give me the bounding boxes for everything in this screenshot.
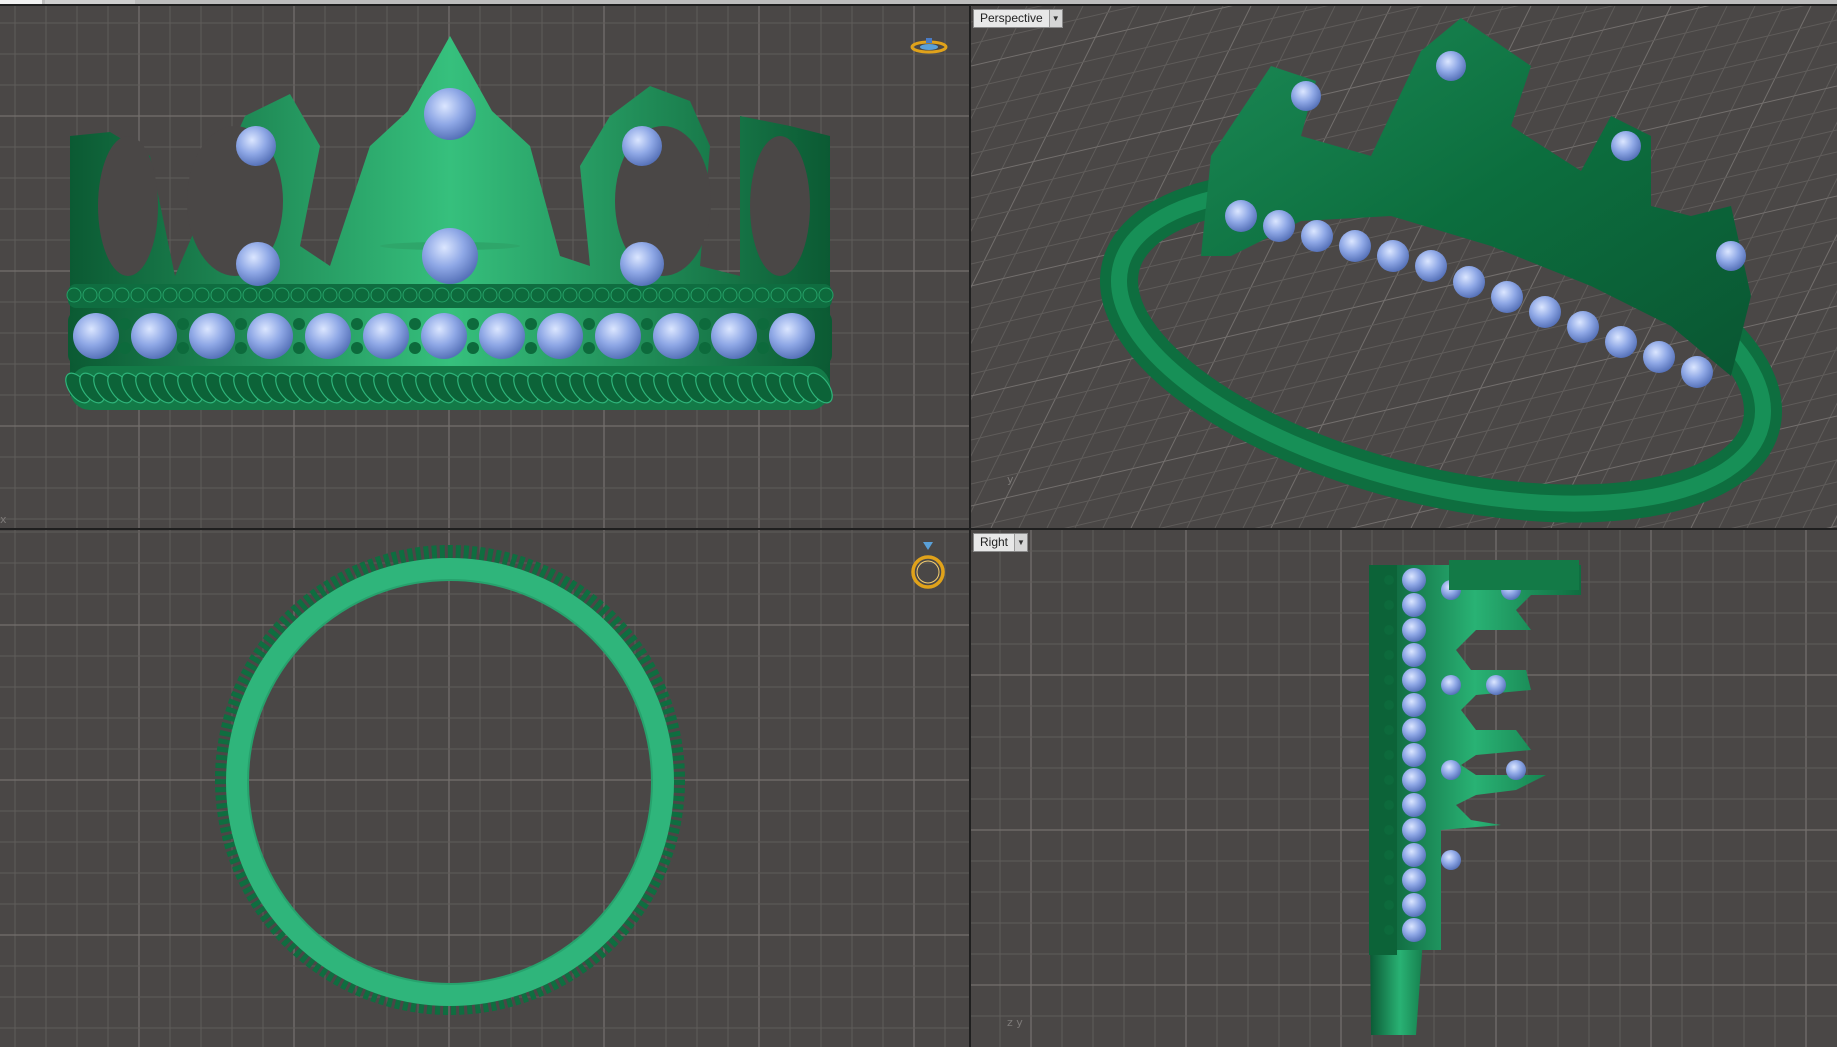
crown-perspective-model[interactable]	[971, 6, 1837, 528]
viewport-right[interactable]: Right ▼ z y	[971, 530, 1837, 1047]
crown-right-model[interactable]	[971, 530, 1837, 1047]
axis-icon: z y	[1007, 1016, 1023, 1029]
axis-icon: x	[0, 513, 7, 526]
ring-top-model[interactable]	[0, 530, 969, 1047]
viewport-label-text[interactable]: Perspective	[974, 10, 1049, 27]
viewport-perspective[interactable]: Perspective ▼ y	[971, 6, 1837, 528]
dropdown-arrow-icon[interactable]: ▼	[1014, 534, 1028, 551]
ring-front-gumball-icon[interactable]	[909, 36, 949, 61]
toolbar-tab[interactable]	[45, 0, 135, 4]
rhino-workspace: x Perspective ▼ y Right ▼ z y	[0, 0, 1837, 1047]
top-toolbar-strip	[0, 0, 1837, 4]
dropdown-arrow-icon[interactable]: ▼	[1048, 10, 1062, 27]
viewport-front[interactable]: x	[0, 6, 969, 528]
crown-front-model[interactable]	[0, 6, 969, 528]
axis-icon: y	[1007, 473, 1014, 486]
ring-top-gumball-icon[interactable]	[908, 540, 948, 597]
viewport-label-text[interactable]: Right	[974, 534, 1014, 551]
viewport-label-right[interactable]: Right ▼	[973, 533, 1029, 552]
viewport-top[interactable]	[0, 530, 969, 1047]
viewport-label-perspective[interactable]: Perspective ▼	[973, 9, 1063, 28]
toolbar-tab[interactable]	[0, 0, 42, 4]
